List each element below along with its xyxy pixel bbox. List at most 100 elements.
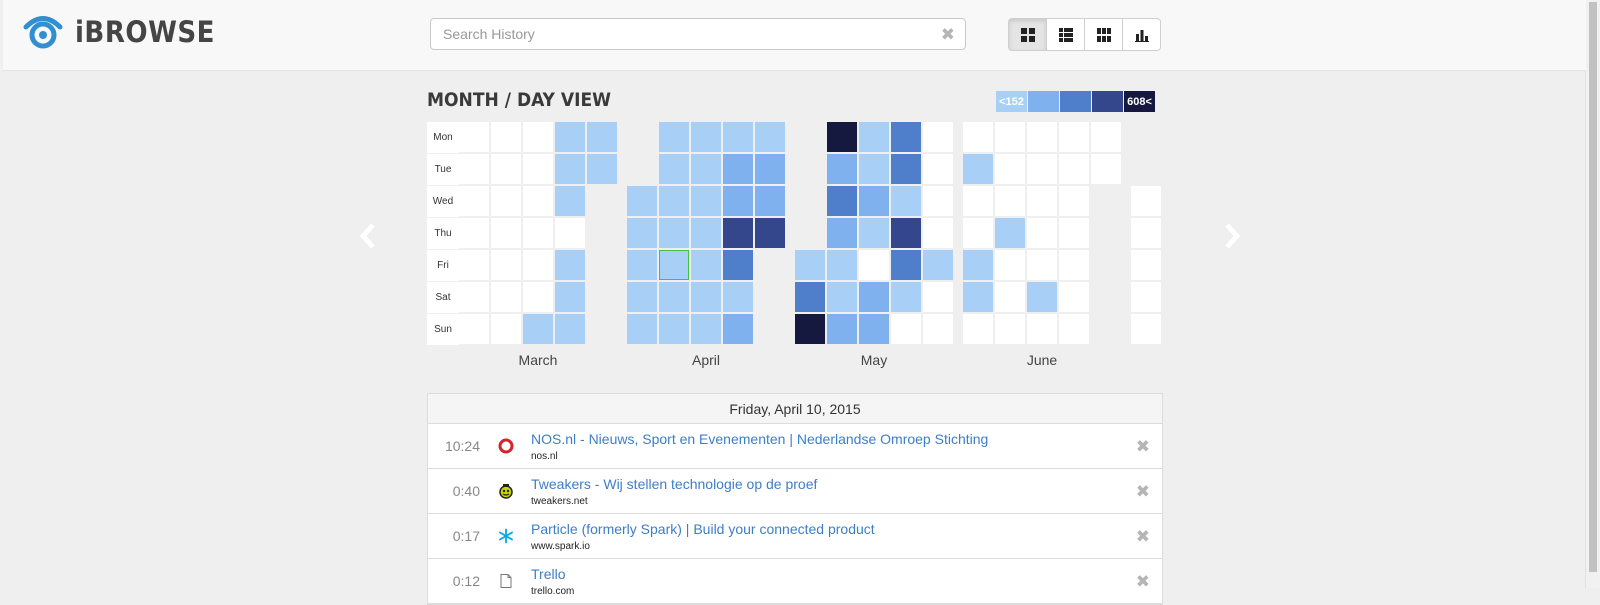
delete-entry-icon[interactable]: ✖: [1136, 527, 1150, 547]
next-arrow-icon[interactable]: [1222, 222, 1242, 250]
calendar-day-cell[interactable]: [555, 186, 585, 216]
calendar-day-cell[interactable]: [523, 186, 553, 216]
calendar-day-cell[interactable]: [659, 314, 689, 344]
calendar-day-cell[interactable]: [995, 282, 1025, 312]
history-entry-title-link[interactable]: Particle (formerly Spark) | Build your c…: [531, 521, 875, 537]
calendar-day-cell[interactable]: [963, 122, 993, 152]
calendar-day-cell[interactable]: [795, 250, 825, 280]
calendar-day-cell[interactable]: [723, 314, 753, 344]
calendar-day-cell[interactable]: [555, 282, 585, 312]
calendar-day-cell[interactable]: [827, 154, 857, 184]
calendar-day-cell[interactable]: [827, 250, 857, 280]
calendar-day-cell[interactable]: [891, 250, 921, 280]
calendar-day-cell[interactable]: [523, 282, 553, 312]
calendar-day-cell[interactable]: [691, 314, 721, 344]
calendar-day-cell[interactable]: [1059, 250, 1089, 280]
calendar-day-cell[interactable]: [1027, 186, 1057, 216]
calendar-day-cell[interactable]: [859, 122, 889, 152]
calendar-day-cell[interactable]: [923, 218, 953, 248]
calendar-day-cell[interactable]: [859, 250, 889, 280]
calendar-day-cell[interactable]: [523, 154, 553, 184]
delete-entry-icon[interactable]: ✖: [1136, 482, 1150, 502]
calendar-day-cell[interactable]: [659, 154, 689, 184]
calendar-day-cell[interactable]: [755, 122, 785, 152]
calendar-day-cell[interactable]: [923, 154, 953, 184]
calendar-day-cell[interactable]: [963, 186, 993, 216]
calendar-day-cell[interactable]: [555, 154, 585, 184]
calendar-day-cell[interactable]: [723, 218, 753, 248]
calendar-day-cell[interactable]: [1027, 282, 1057, 312]
clear-search-icon[interactable]: ✖: [941, 25, 955, 45]
delete-entry-icon[interactable]: ✖: [1136, 437, 1150, 457]
calendar-day-cell[interactable]: [691, 122, 721, 152]
calendar-day-cell[interactable]: [963, 218, 993, 248]
calendar-day-cell[interactable]: [891, 282, 921, 312]
calendar-day-cell[interactable]: [963, 154, 993, 184]
delete-entry-icon[interactable]: ✖: [1136, 572, 1150, 592]
calendar-day-cell[interactable]: [691, 218, 721, 248]
calendar-day-cell[interactable]: [923, 186, 953, 216]
calendar-day-cell[interactable]: [995, 154, 1025, 184]
calendar-day-cell[interactable]: [723, 250, 753, 280]
calendar-day-cell[interactable]: [1059, 314, 1089, 344]
calendar-day-cell[interactable]: [459, 154, 489, 184]
calendar-day-cell[interactable]: [1059, 122, 1089, 152]
calendar-day-cell[interactable]: [723, 122, 753, 152]
chart-view-button[interactable]: [1122, 18, 1161, 51]
history-entry-title-link[interactable]: Trello: [531, 566, 566, 582]
calendar-day-cell[interactable]: [963, 314, 993, 344]
calendar-day-cell[interactable]: [627, 218, 657, 248]
page-scrollbar[interactable]: [1585, 0, 1600, 588]
calendar-day-cell[interactable]: [923, 282, 953, 312]
calendar-day-cell[interactable]: [659, 122, 689, 152]
calendar-day-cell[interactable]: [891, 314, 921, 344]
calendar-day-cell[interactable]: [827, 122, 857, 152]
calendar-day-cell[interactable]: [859, 154, 889, 184]
calendar-day-cell[interactable]: [827, 282, 857, 312]
calendar-day-cell[interactable]: [995, 218, 1025, 248]
calendar-day-cell[interactable]: [795, 282, 825, 312]
calendar-day-cell[interactable]: [691, 250, 721, 280]
calendar-day-cell[interactable]: [923, 250, 953, 280]
calendar-day-cell[interactable]: [491, 282, 521, 312]
calendar-day-cell[interactable]: [795, 314, 825, 344]
calendar-day-cell[interactable]: [691, 282, 721, 312]
calendar-day-cell[interactable]: [691, 154, 721, 184]
calendar-day-cell[interactable]: [459, 282, 489, 312]
calendar-day-cell[interactable]: [859, 314, 889, 344]
calendar-day-cell[interactable]: [891, 154, 921, 184]
calendar-day-cell[interactable]: [491, 154, 521, 184]
calendar-day-cell[interactable]: [659, 218, 689, 248]
calendar-day-cell[interactable]: [891, 186, 921, 216]
calendar-day-cell[interactable]: [627, 250, 657, 280]
calendar-day-cell[interactable]: [1059, 282, 1089, 312]
calendar-day-cell[interactable]: [555, 122, 585, 152]
calendar-day-cell[interactable]: [459, 186, 489, 216]
calendar-day-cell[interactable]: [995, 186, 1025, 216]
columns-view-button[interactable]: [1084, 18, 1123, 51]
calendar-day-cell[interactable]: [555, 250, 585, 280]
calendar-day-cell[interactable]: [523, 314, 553, 344]
calendar-day-cell[interactable]: [491, 314, 521, 344]
calendar-day-cell[interactable]: [587, 122, 617, 152]
history-entry-title-link[interactable]: Tweakers - Wij stellen technologie op de…: [531, 476, 817, 492]
calendar-day-cell[interactable]: [659, 250, 689, 280]
calendar-day-cell[interactable]: [891, 218, 921, 248]
calendar-day-cell[interactable]: [491, 250, 521, 280]
calendar-day-cell[interactable]: [491, 186, 521, 216]
calendar-day-cell[interactable]: [659, 186, 689, 216]
calendar-day-cell[interactable]: [459, 218, 489, 248]
calendar-day-cell[interactable]: [659, 282, 689, 312]
calendar-day-cell[interactable]: [995, 250, 1025, 280]
calendar-day-cell[interactable]: [491, 218, 521, 248]
calendar-day-cell[interactable]: [1131, 314, 1161, 344]
calendar-day-cell[interactable]: [723, 154, 753, 184]
scrollbar-thumb[interactable]: [1589, 2, 1597, 572]
calendar-day-cell[interactable]: [963, 250, 993, 280]
calendar-day-cell[interactable]: [523, 250, 553, 280]
calendar-day-cell[interactable]: [627, 314, 657, 344]
calendar-day-cell[interactable]: [995, 122, 1025, 152]
calendar-day-cell[interactable]: [859, 282, 889, 312]
calendar-day-cell[interactable]: [523, 218, 553, 248]
calendar-day-cell[interactable]: [1059, 218, 1089, 248]
